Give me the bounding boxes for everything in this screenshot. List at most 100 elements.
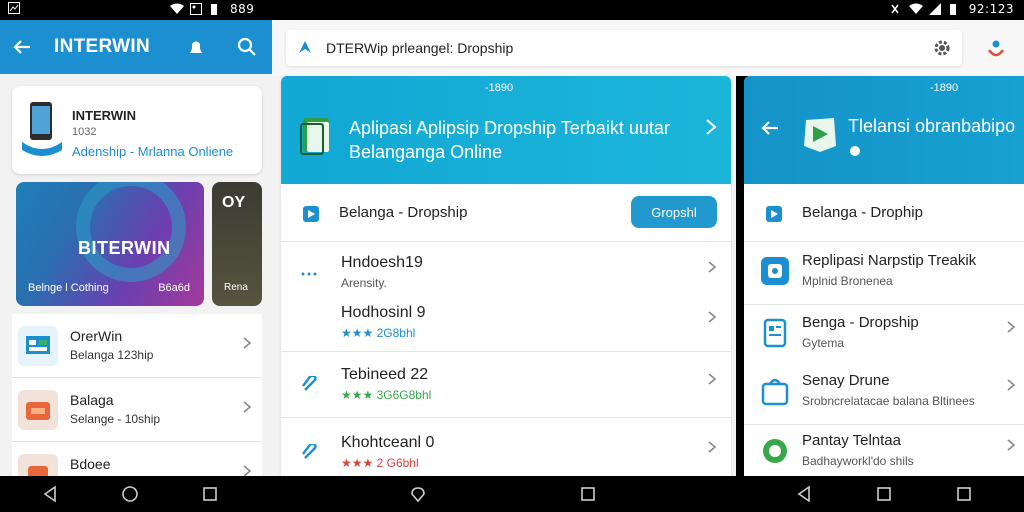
phone-app-icon [20,98,64,158]
entry-group: Hndoesh19 Arensity. Hodhosinl 9 ★★★ 2G8b… [281,242,731,352]
system-navigation-bar [0,476,1024,512]
home-square-icon[interactable] [874,484,894,504]
item-title: Replipasi Narpstip Treakik [802,252,977,269]
app-header-row: Belanga - Dropship Gropshl [281,184,731,242]
chevron-right-icon [242,400,252,419]
app-header-label: Belanga - Dropship [339,204,468,221]
wifi-icon [170,3,184,15]
back-triangle-icon[interactable] [40,484,60,504]
chevron-right-icon [707,310,717,329]
app-header-label: Belanga - Drophip [802,204,923,221]
entry-title: Tebineed 22 [341,366,429,383]
play-icon [303,206,319,227]
item-subtitle: Badhayworkl'do shils [802,454,914,468]
item-subtitle: Mplnid Bronenea [802,274,893,288]
list-item[interactable]: OrerWin Belanga 123hip [12,314,262,378]
card-link[interactable]: Adenship - Mrlanna Onliene [72,144,233,159]
back-triangle-icon[interactable] [794,484,814,504]
promo2-caption: Rena [224,282,248,293]
list-item[interactable]: Replipasi Narpstip Treakik Mplnid Bronen… [744,242,1024,302]
signal-icon [928,3,941,15]
rating-stars: ★★★ 2 G6bhl [341,456,419,470]
list-item[interactable]: Hodhosinl 9 ★★★ 2G8bhl [281,296,731,350]
chevron-right-icon [1006,378,1016,397]
status-bar: 889 92:123 [0,0,1024,20]
list-item[interactable]: Hndoesh19 Arensity. [281,246,731,300]
promo-caption-right: B6a6d [158,282,190,294]
back-arrow-icon[interactable] [12,37,32,62]
search-bar[interactable]: DTERWip рrleangel: Dropship [286,30,962,66]
recents-square-icon[interactable] [578,484,598,504]
chevron-right-icon [1006,320,1016,339]
middle-detail-card: -1890 Aplipasi Aplipsip Dropship Terbaik… [281,76,731,476]
list-item[interactable]: Khohtceanl 0 ★★★ 2 G6bhl [281,426,731,476]
wifi-icon [908,3,923,15]
play-store-icon [800,114,840,159]
banner-title: Aplipasi Aplipsip Dropship Terbaikt uuta… [349,118,670,162]
item-title: Senay Drune [802,372,890,389]
camera-app-icon [760,256,790,286]
status-time-left: 889 [230,2,255,16]
entry-subtitle: Arensity. [341,276,387,290]
recents-square-icon[interactable] [200,484,220,504]
entry-title: Hodhosinl 9 [341,304,426,321]
banner-version: -1890 [930,82,959,94]
item-title: Pantay Telntaa [802,432,901,449]
promo-banner[interactable]: BITERWIN Belnge l Cothing B6a6d [16,182,204,306]
entry-group: Tebineed 22 ★★★ 3G6G8bhl [281,352,731,418]
left-app-list: OrerWin Belanga 123hip Balaga Selange - … [12,314,262,476]
back-arrow-icon[interactable] [760,118,780,143]
promo-banner-secondary[interactable]: OY Rena [212,182,262,306]
right-banner[interactable]: -1890 Tlelansi obranbabipo [744,76,1024,184]
rating-stars: ★★★ 3G6G8bhl [341,388,432,402]
shopping-bag-icon [760,376,790,406]
list-item[interactable]: Balaga Selange - 10ship [12,378,262,442]
chevron-right-icon [1006,438,1016,457]
indicator-dot [850,146,860,156]
chevron-right-icon [707,260,717,279]
item-subtitle: Srobncrelatacae balana Bltinees [802,394,975,408]
shop-bag-icon [18,390,58,430]
promo-decoration [76,182,186,282]
storefront-icon [18,326,58,366]
promo-caption-left: Belnge l Cothing [28,282,109,294]
home-circle-icon[interactable] [120,484,140,504]
assistant-icon[interactable] [408,484,428,504]
entry-title: Khohtceanl 0 [341,434,435,451]
item-title: Benga - Dropship [802,314,919,331]
profile-icon[interactable] [986,38,1006,63]
recents-square-icon[interactable] [954,484,974,504]
document-app-icon [299,116,335,161]
dropship-button[interactable]: Gropshl [631,196,717,228]
status-time-right: 92:123 [968,2,1014,16]
banner-title: Tlelansi obranbabipo [848,116,1016,136]
list-item-title: Bdoee [70,456,111,472]
list-item[interactable]: Tebineed 22 ★★★ 3G6G8bhl [281,358,731,412]
list-item[interactable]: Senay Drune Srobncrelatacae balana Bltin… [744,362,1024,422]
search-icon[interactable] [237,37,257,62]
banner-version: -1890 [485,82,514,94]
app-header-row: Belanga - Drophip [744,184,1024,242]
battery-icon [949,3,961,15]
right-detail-card: -1890 Tlelansi obranbabipo Belanga - Dro… [744,76,1024,476]
list-item[interactable]: Bdoee [12,442,262,476]
notification-bell-icon[interactable] [186,37,206,62]
entry-title: Hndoesh19 [341,254,423,271]
play-icon [766,206,782,227]
card-title: INTERWIN [72,108,137,123]
document-icon [760,318,790,348]
gear-icon[interactable] [932,38,952,63]
list-item[interactable]: Pantay Telntaa Badhayworkl'do shils [744,422,1024,476]
middle-banner[interactable]: -1890 Aplipasi Aplipsip Dropship Terbaik… [281,76,731,184]
list-item[interactable]: Benga - Dropship Gytema [744,304,1024,364]
item-subtitle: Gytema [802,336,845,350]
chevron-right-icon [242,336,252,355]
search-input[interactable]: DTERWip рrleangel: Dropship [326,40,513,56]
paperclip-icon [301,442,319,467]
list-item-title: OrerWin [70,328,123,344]
chevron-right-icon [705,118,717,141]
dots-icon [301,264,319,282]
chevron-right-icon [242,464,252,476]
list-item-title: Balaga [70,392,114,408]
app-info-card[interactable]: INTERWIN 1032 Adenship - Mrlanna Onliene [12,86,262,174]
